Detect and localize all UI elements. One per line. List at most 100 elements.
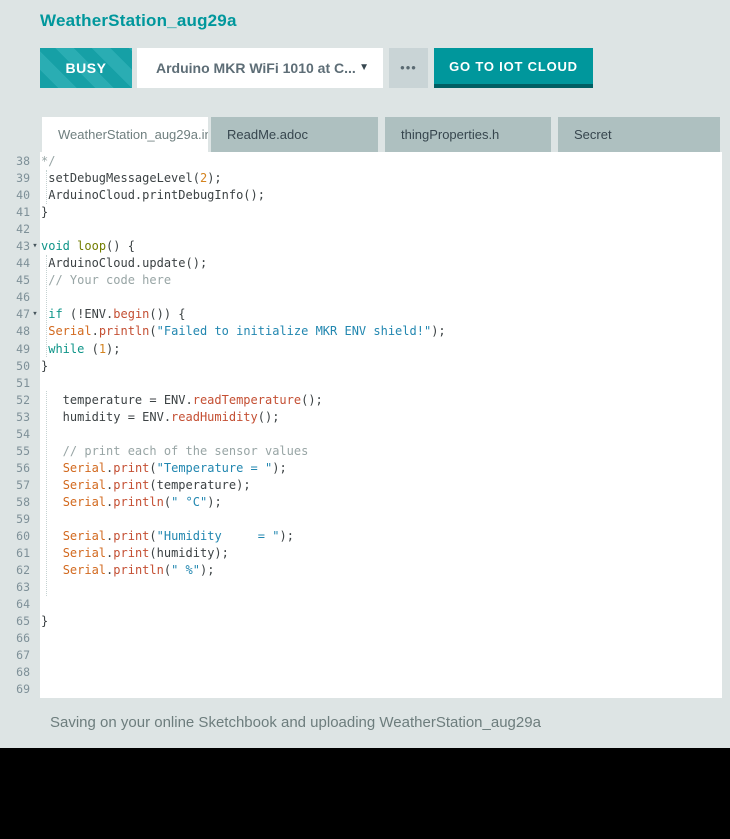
code-line[interactable]: 68 <box>0 664 722 681</box>
code-line[interactable]: 64 <box>0 596 722 613</box>
code-line[interactable]: 60 Serial.print("Humidity = "); <box>0 528 722 545</box>
code-line[interactable]: 55 // print each of the sensor values <box>0 443 722 460</box>
line-number: 69 <box>0 681 30 698</box>
code-text[interactable]: setDebugMessageLevel(2); <box>40 170 722 187</box>
code-text[interactable] <box>40 375 722 392</box>
code-text[interactable]: Serial.print(temperature); <box>40 477 722 494</box>
code-line[interactable]: 41} <box>0 204 722 221</box>
code-line[interactable]: 50} <box>0 358 722 375</box>
code-line[interactable]: 69 <box>0 681 722 698</box>
line-number: 58 <box>0 494 30 511</box>
line-number: 51 <box>0 375 30 392</box>
gutter-spacer <box>30 681 40 698</box>
fold-arrow-icon[interactable]: ▾ <box>30 306 40 323</box>
code-text[interactable] <box>40 647 722 664</box>
code-text[interactable]: } <box>40 358 722 375</box>
go-to-iot-cloud-button[interactable]: GO TO IOT CLOUD <box>434 48 593 88</box>
code-line[interactable]: 47▾ if (!ENV.begin()) { <box>0 306 722 323</box>
code-line[interactable]: 57 Serial.print(temperature); <box>0 477 722 494</box>
line-number: 59 <box>0 511 30 528</box>
gutter-spacer <box>30 341 40 358</box>
code-text[interactable]: while (1); <box>40 341 722 358</box>
line-number: 39 <box>0 170 30 187</box>
gutter-spacer <box>30 375 40 392</box>
code-line[interactable]: 65} <box>0 613 722 630</box>
code-line[interactable]: 49 while (1); <box>0 341 722 358</box>
fold-arrow-icon[interactable]: ▾ <box>30 238 40 255</box>
code-text[interactable]: Serial.println(" %"); <box>40 562 722 579</box>
gutter-spacer <box>30 272 40 289</box>
board-selector-dropdown[interactable]: Arduino MKR WiFi 1010 at C... ▼ <box>137 48 383 88</box>
code-text[interactable]: void loop() { <box>40 238 722 255</box>
tab-ReadMe.adoc[interactable]: ReadMe.adoc <box>211 117 378 152</box>
gutter-spacer <box>30 460 40 477</box>
code-text[interactable]: humidity = ENV.readHumidity(); <box>40 409 722 426</box>
gutter-spacer <box>30 562 40 579</box>
code-text[interactable] <box>40 511 722 528</box>
gutter-spacer <box>30 358 40 375</box>
code-text[interactable]: } <box>40 204 722 221</box>
line-number: 50 <box>0 358 30 375</box>
code-text[interactable] <box>40 579 722 596</box>
line-number: 61 <box>0 545 30 562</box>
code-line[interactable]: 59 <box>0 511 722 528</box>
gutter-spacer <box>30 477 40 494</box>
gutter-spacer <box>30 579 40 596</box>
code-line[interactable]: 67 <box>0 647 722 664</box>
code-text[interactable]: */ <box>40 153 722 170</box>
code-line[interactable]: 52 temperature = ENV.readTemperature(); <box>0 392 722 409</box>
code-text[interactable]: Serial.print("Humidity = "); <box>40 528 722 545</box>
code-text[interactable] <box>40 664 722 681</box>
code-line[interactable]: 48 Serial.println("Failed to initialize … <box>0 323 722 340</box>
code-line[interactable]: 56 Serial.print("Temperature = "); <box>0 460 722 477</box>
code-text[interactable]: // Your code here <box>40 272 722 289</box>
code-line[interactable]: 43▾void loop() { <box>0 238 722 255</box>
tab-WeatherStation_aug29a.ino[interactable]: WeatherStation_aug29a.ino <box>42 117 208 152</box>
code-rows[interactable]: 38*/39 setDebugMessageLevel(2);40 Arduin… <box>0 152 722 698</box>
gutter-spacer <box>30 647 40 664</box>
code-text[interactable]: Serial.println(" °C"); <box>40 494 722 511</box>
code-line[interactable]: 58 Serial.println(" °C"); <box>0 494 722 511</box>
code-line[interactable]: 54 <box>0 426 722 443</box>
code-line[interactable]: 61 Serial.print(humidity); <box>0 545 722 562</box>
code-line[interactable]: 45 // Your code here <box>0 272 722 289</box>
code-line[interactable]: 53 humidity = ENV.readHumidity(); <box>0 409 722 426</box>
more-options-button[interactable]: ••• <box>389 48 428 88</box>
code-line[interactable]: 40 ArduinoCloud.printDebugInfo(); <box>0 187 722 204</box>
gutter-spacer <box>30 289 40 306</box>
code-text[interactable]: Serial.println("Failed to initialize MKR… <box>40 323 722 340</box>
code-text[interactable] <box>40 596 722 613</box>
code-text[interactable]: Serial.print(humidity); <box>40 545 722 562</box>
code-text[interactable] <box>40 221 722 238</box>
code-line[interactable]: 39 setDebugMessageLevel(2); <box>0 170 722 187</box>
code-text[interactable]: ArduinoCloud.update(); <box>40 255 722 272</box>
code-text[interactable]: if (!ENV.begin()) { <box>40 306 722 323</box>
code-text[interactable]: } <box>40 613 722 630</box>
gutter-spacer <box>30 204 40 221</box>
code-text[interactable] <box>40 289 722 306</box>
line-number: 42 <box>0 221 30 238</box>
line-number: 53 <box>0 409 30 426</box>
code-line[interactable]: 51 <box>0 375 722 392</box>
code-text[interactable] <box>40 426 722 443</box>
code-line[interactable]: 46 <box>0 289 722 306</box>
code-text[interactable]: ArduinoCloud.printDebugInfo(); <box>40 187 722 204</box>
code-line[interactable]: 66 <box>0 630 722 647</box>
code-line[interactable]: 38*/ <box>0 153 722 170</box>
tab-Secret[interactable]: Secret <box>558 117 720 152</box>
code-text[interactable]: temperature = ENV.readTemperature(); <box>40 392 722 409</box>
code-line[interactable]: 42 <box>0 221 722 238</box>
code-text[interactable] <box>40 681 722 698</box>
gutter-spacer <box>30 426 40 443</box>
code-line[interactable]: 62 Serial.println(" %"); <box>0 562 722 579</box>
code-text[interactable]: Serial.print("Temperature = "); <box>40 460 722 477</box>
gutter-spacer <box>30 170 40 187</box>
code-text[interactable]: // print each of the sensor values <box>40 443 722 460</box>
busy-button[interactable]: BUSY <box>40 48 132 88</box>
code-line[interactable]: 63 <box>0 579 722 596</box>
code-line[interactable]: 44 ArduinoCloud.update(); <box>0 255 722 272</box>
line-number: 40 <box>0 187 30 204</box>
tab-thingProperties.h[interactable]: thingProperties.h <box>385 117 551 152</box>
gutter-spacer <box>30 443 40 460</box>
code-text[interactable] <box>40 630 722 647</box>
